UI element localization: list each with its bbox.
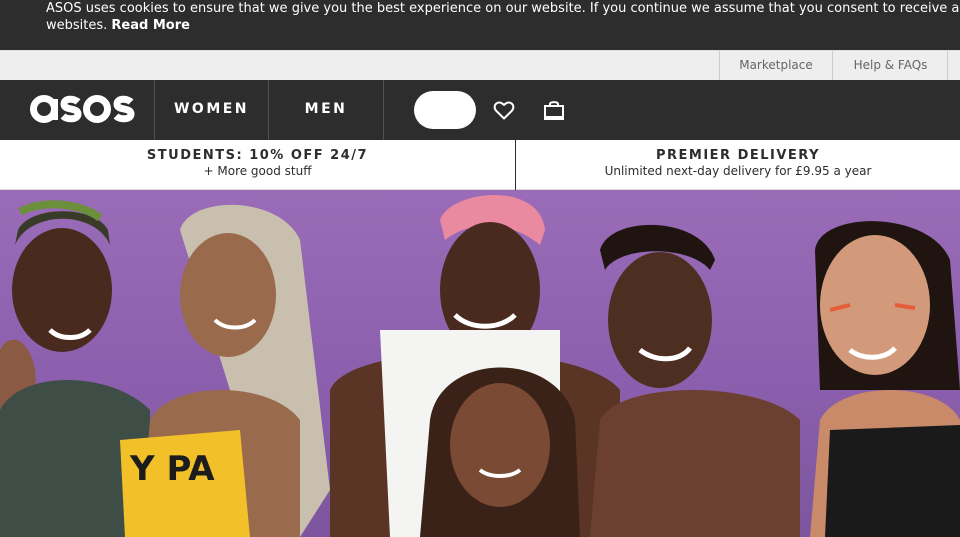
cookie-message: ASOS uses cookies to ensure that we give… bbox=[46, 1, 960, 16]
premier-delivery-title: PREMIER DELIVERY bbox=[655, 148, 821, 163]
students-promo[interactable]: STUDENTS: 10% OFF 24/7 + More good stuff bbox=[0, 140, 515, 190]
person-center-woman bbox=[420, 367, 580, 537]
cookie-message-end: websites. bbox=[46, 18, 108, 33]
promo-strip: STUDENTS: 10% OFF 24/7 + More good stuff… bbox=[0, 140, 960, 190]
main-nav: WOMEN MEN bbox=[0, 80, 960, 140]
utility-bar: Marketplace Help & FAQs bbox=[0, 50, 960, 81]
utility-divider bbox=[947, 51, 948, 81]
premier-delivery-promo[interactable]: PREMIER DELIVERY Unlimited next-day deli… bbox=[515, 140, 960, 190]
person-far-right-woman bbox=[810, 221, 960, 537]
search-input[interactable] bbox=[414, 91, 476, 129]
heart-icon[interactable] bbox=[492, 98, 516, 122]
person-braids-woman: Y PA bbox=[120, 204, 330, 537]
premier-delivery-subtitle: Unlimited next-day delivery for £9.95 a … bbox=[604, 164, 872, 178]
marketplace-link[interactable]: Marketplace bbox=[719, 51, 832, 81]
cookie-banner: ASOS uses cookies to ensure that we give… bbox=[0, 0, 960, 50]
nav-divider bbox=[383, 80, 384, 140]
help-faqs-link[interactable]: Help & FAQs bbox=[832, 51, 948, 81]
tab-men[interactable]: MEN bbox=[269, 80, 383, 140]
hero-image: Y PA bbox=[0, 195, 960, 537]
person-right-man bbox=[590, 224, 800, 537]
hero-banner[interactable]: Y PA bbox=[0, 190, 960, 537]
students-promo-title: STUDENTS: 10% OFF 24/7 bbox=[146, 148, 369, 163]
cookie-message-continued: websites. Read More bbox=[46, 17, 190, 34]
asos-logo[interactable] bbox=[30, 87, 138, 131]
bag-icon[interactable] bbox=[542, 98, 566, 122]
read-more-link[interactable]: Read More bbox=[111, 18, 190, 33]
students-promo-subtitle: + More good stuff bbox=[203, 164, 312, 178]
shirt-print: Y PA bbox=[129, 449, 215, 489]
tab-women[interactable]: WOMEN bbox=[155, 80, 268, 140]
asos-logo-mark bbox=[30, 95, 135, 123]
